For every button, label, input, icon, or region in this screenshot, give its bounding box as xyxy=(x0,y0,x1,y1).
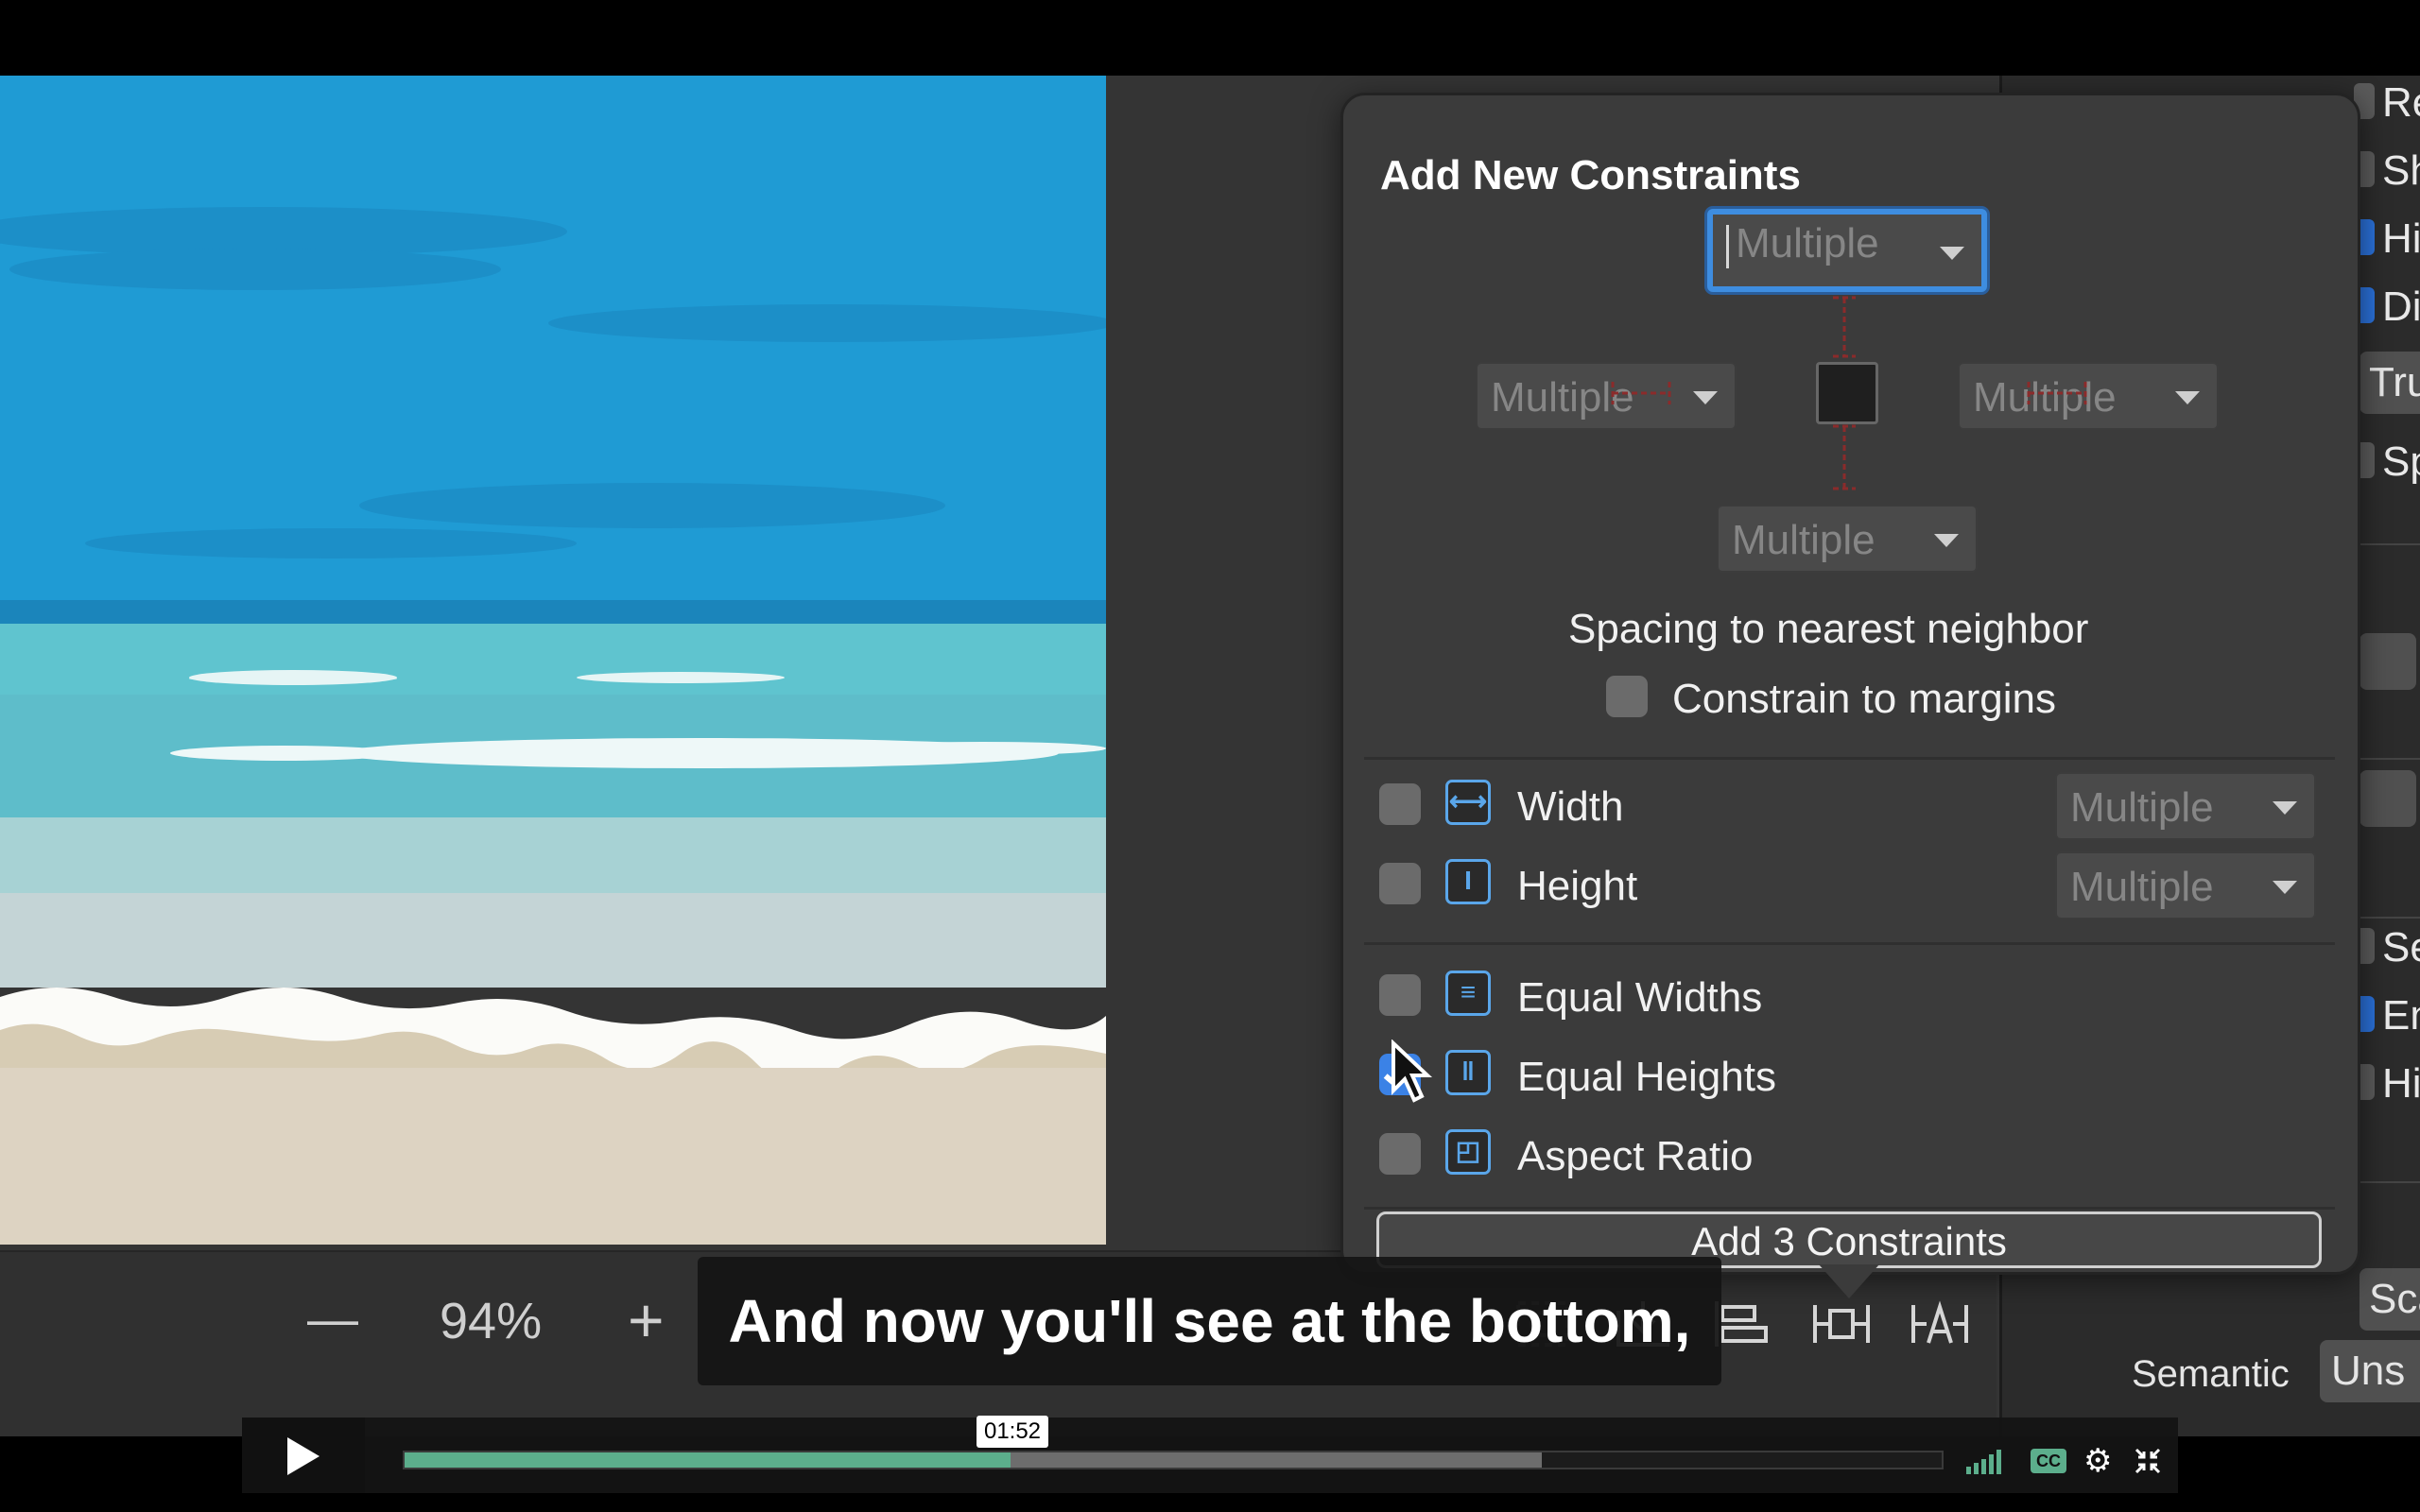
equal-heights-icon: ‖ xyxy=(1445,1050,1491,1095)
inspector-row-label: Di xyxy=(2382,284,2420,330)
content-mode-select[interactable]: Sca xyxy=(2360,1268,2420,1331)
aspect-ratio-label: Aspect Ratio xyxy=(1517,1133,1754,1179)
popover-title: Add New Constraints xyxy=(1380,152,1801,198)
settings-gear-icon[interactable]: ⚙ xyxy=(2083,1442,2112,1480)
inspector-row-label: Sp xyxy=(2382,438,2420,485)
divider xyxy=(1364,757,2335,760)
add-constraints-popover: Add New Constraints Multiple Multiple Mu… xyxy=(1340,93,2360,1275)
height-checkbox[interactable] xyxy=(1379,863,1421,904)
top-spacing-field[interactable]: Multiple xyxy=(1707,209,1987,292)
constrain-margins-label: Constrain to margins xyxy=(1672,676,2056,722)
current-time-tooltip: 01:52 xyxy=(977,1416,1048,1448)
height-value-field[interactable]: Multiple xyxy=(2055,851,2316,919)
inspector-row-label: Hi xyxy=(2382,1060,2420,1107)
width-value: Multiple xyxy=(2070,784,2214,831)
mouse-cursor-icon xyxy=(1392,1040,1433,1103)
chevron-down-icon xyxy=(1934,534,1959,547)
resolve-auto-layout-icon[interactable] xyxy=(1910,1297,1970,1350)
chevron-down-icon xyxy=(2175,391,2200,404)
inspector-row-label: Hi xyxy=(2382,215,2420,262)
divider xyxy=(1364,1207,2335,1210)
popover-arrow xyxy=(1819,1264,1879,1298)
horizontal-struts-icon[interactable] xyxy=(1603,365,2095,421)
top-spacing-value: Multiple xyxy=(1736,220,1879,266)
bottom-spacing-field[interactable]: Multiple xyxy=(1717,505,1978,573)
inspector-row-label: En xyxy=(2382,992,2420,1039)
equal-widths-label: Equal Widths xyxy=(1517,974,1763,1021)
played-bar xyxy=(405,1452,1011,1468)
equal-widths-icon: ≡ xyxy=(1445,971,1491,1016)
play-icon xyxy=(287,1437,320,1475)
bottom-spacing-value: Multiple xyxy=(1732,517,1876,563)
height-constraint-icon: I xyxy=(1445,859,1491,904)
storyboard-image-view[interactable] xyxy=(0,76,1106,1245)
separator xyxy=(2354,917,2420,919)
chevron-down-icon xyxy=(2273,801,2297,815)
width-constraint-icon: ⟷ xyxy=(1445,780,1491,825)
zoom-level-label: 94% xyxy=(440,1293,543,1349)
width-label: Width xyxy=(1517,783,1624,830)
aspect-ratio-checkbox[interactable] xyxy=(1379,1133,1421,1175)
text-caret xyxy=(1726,225,1729,268)
spacing-caption: Spacing to nearest neighbor xyxy=(1568,606,2089,652)
semantic-label: Semantic xyxy=(2132,1353,2290,1395)
separator xyxy=(2354,758,2420,760)
layout-guide-icon[interactable] xyxy=(2360,633,2416,690)
aspect-ratio-icon: ◰ xyxy=(1445,1129,1491,1175)
height-value: Multiple xyxy=(2070,864,2214,910)
inspector-row-label: Re xyxy=(2382,79,2420,126)
height-label: Height xyxy=(1517,863,1638,909)
inspector-row-label: Se xyxy=(2382,924,2420,971)
separator xyxy=(2354,543,2420,545)
equal-heights-label: Equal Heights xyxy=(1517,1054,1776,1100)
chevron-down-icon xyxy=(1940,247,1964,260)
add-new-constraints-icon[interactable] xyxy=(1811,1297,1872,1350)
semantic-select[interactable]: Uns xyxy=(2320,1340,2420,1402)
inspector-row-label: Sh xyxy=(2382,147,2420,194)
divider xyxy=(1364,942,2335,945)
chevron-down-icon xyxy=(2273,881,2297,894)
closed-captions-button[interactable]: CC xyxy=(2031,1449,2066,1473)
line-break-select[interactable]: Trun xyxy=(2360,352,2420,414)
volume-icon[interactable] xyxy=(1966,1448,2008,1474)
xcode-stage: Re Sh Hi Di Trun Sp Se En Hi Sca Semanti… xyxy=(0,76,2420,1436)
constrain-margins-checkbox[interactable] xyxy=(1606,676,1648,717)
equal-widths-checkbox[interactable] xyxy=(1379,974,1421,1016)
fullscreen-exit-icon[interactable] xyxy=(2135,1448,2161,1474)
frame-icon[interactable] xyxy=(2360,770,2416,827)
width-value-field[interactable]: Multiple xyxy=(2055,772,2316,840)
width-checkbox[interactable] xyxy=(1379,783,1421,825)
separator xyxy=(2354,1181,2420,1183)
video-caption: And now you'll see at the bottom, xyxy=(698,1257,1721,1385)
zoom-in-button[interactable]: + xyxy=(628,1284,665,1356)
zoom-out-button[interactable]: — xyxy=(307,1290,358,1349)
